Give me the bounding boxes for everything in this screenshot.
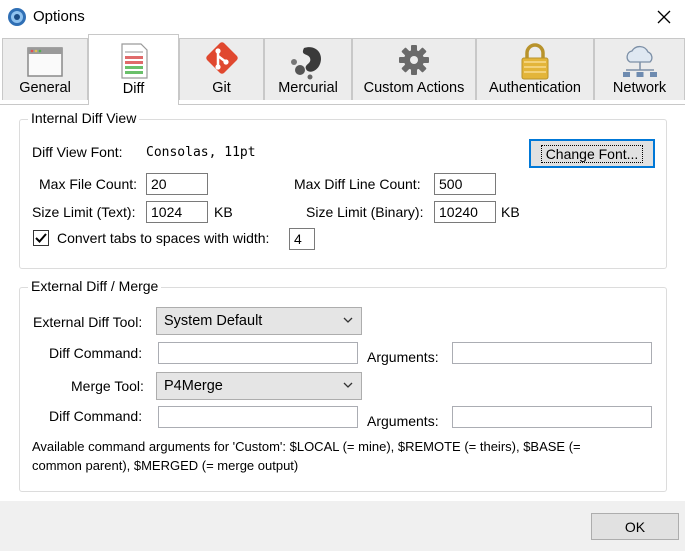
size-limit-binary-unit: KB <box>501 204 520 220</box>
diff-font-label: Diff View Font: <box>32 144 123 160</box>
app-icon <box>8 8 26 26</box>
ok-button[interactable]: OK <box>591 513 679 540</box>
merge-arguments-label: Arguments: <box>367 413 439 429</box>
external-diff-tool-label: External Diff Tool: <box>33 314 143 330</box>
tab-custom-actions[interactable]: Custom Actions <box>352 38 476 100</box>
size-limit-binary-input[interactable] <box>434 201 496 223</box>
size-limit-binary-label: Size Limit (Binary): <box>306 204 424 220</box>
tab-label: Custom Actions <box>363 80 465 96</box>
window-icon <box>27 47 63 77</box>
tab-label: General <box>19 80 71 96</box>
tab-label: Network <box>612 80 667 96</box>
diff-command-input[interactable] <box>158 342 358 364</box>
gear-icon <box>399 45 429 75</box>
group-title: Internal Diff View <box>28 110 140 126</box>
merge-tool-label: Merge Tool: <box>71 378 144 394</box>
tab-authentication[interactable]: Authentication <box>476 38 594 100</box>
tab-label: Diff <box>122 81 145 97</box>
close-button[interactable] <box>650 4 678 30</box>
external-diff-tool-select[interactable]: System Default <box>156 307 362 335</box>
tab-general[interactable]: General <box>2 38 88 100</box>
tab-label: Authentication <box>489 80 581 96</box>
change-font-label: Change Font... <box>540 144 644 163</box>
max-file-count-label: Max File Count: <box>39 176 138 192</box>
diff-document-icon <box>120 43 148 79</box>
diff-settings-panel: Internal Diff View Diff View Font: Conso… <box>0 104 685 501</box>
diff-font-value: Consolas, 11pt <box>146 145 256 160</box>
close-icon <box>657 10 671 24</box>
network-cloud-icon <box>622 45 657 77</box>
external-diff-tool-value: System Default <box>164 313 263 329</box>
tab-width-input[interactable] <box>289 228 315 250</box>
merge-command-label: Diff Command: <box>49 408 143 424</box>
chevron-down-icon <box>343 382 353 388</box>
arguments-help-line: Available command arguments for 'Custom'… <box>32 439 581 454</box>
diff-command-label: Diff Command: <box>49 345 143 361</box>
merge-tool-select[interactable]: P4Merge <box>156 372 362 400</box>
change-font-button[interactable]: Change Font... <box>529 139 655 168</box>
tab-mercurial[interactable]: Mercurial <box>264 38 352 100</box>
merge-command-input[interactable] <box>158 406 358 428</box>
external-diff-group: External Diff / Merge External Diff Tool… <box>19 278 667 492</box>
internal-diff-group: Internal Diff View Diff View Font: Conso… <box>19 110 667 269</box>
convert-tabs-checkbox[interactable] <box>33 230 49 246</box>
size-limit-text-unit: KB <box>214 204 233 220</box>
dialog-footer: OK <box>0 501 685 551</box>
window-title: Options <box>33 8 85 25</box>
padlock-icon <box>521 43 549 80</box>
title-bar: Options <box>0 0 685 34</box>
checkmark-icon <box>35 233 47 243</box>
diff-arguments-input[interactable] <box>452 342 652 364</box>
max-diff-line-count-input[interactable] <box>434 173 496 195</box>
convert-tabs-label: Convert tabs to spaces with width: <box>57 230 270 246</box>
merge-tool-value: P4Merge <box>164 378 223 394</box>
mercurial-icon <box>291 47 322 80</box>
group-title: External Diff / Merge <box>28 278 162 294</box>
tab-diff[interactable]: Diff <box>88 34 179 105</box>
chevron-down-icon <box>343 317 353 323</box>
arguments-help-line: common parent), $MERGED (= merge output) <box>32 458 299 473</box>
max-diff-line-count-label: Max Diff Line Count: <box>294 176 421 192</box>
max-file-count-input[interactable] <box>146 173 208 195</box>
merge-arguments-input[interactable] <box>452 406 652 428</box>
tab-label: Mercurial <box>278 80 338 96</box>
tab-git[interactable]: Git <box>179 38 264 100</box>
size-limit-text-label: Size Limit (Text): <box>32 204 136 220</box>
diff-arguments-label: Arguments: <box>367 349 439 365</box>
size-limit-text-input[interactable] <box>146 201 208 223</box>
tab-label: Git <box>212 80 231 96</box>
git-icon <box>205 42 238 74</box>
tab-network[interactable]: Network <box>594 38 685 100</box>
ok-label: OK <box>624 518 646 535</box>
arguments-help-text: Available command arguments for 'Custom'… <box>32 437 662 475</box>
